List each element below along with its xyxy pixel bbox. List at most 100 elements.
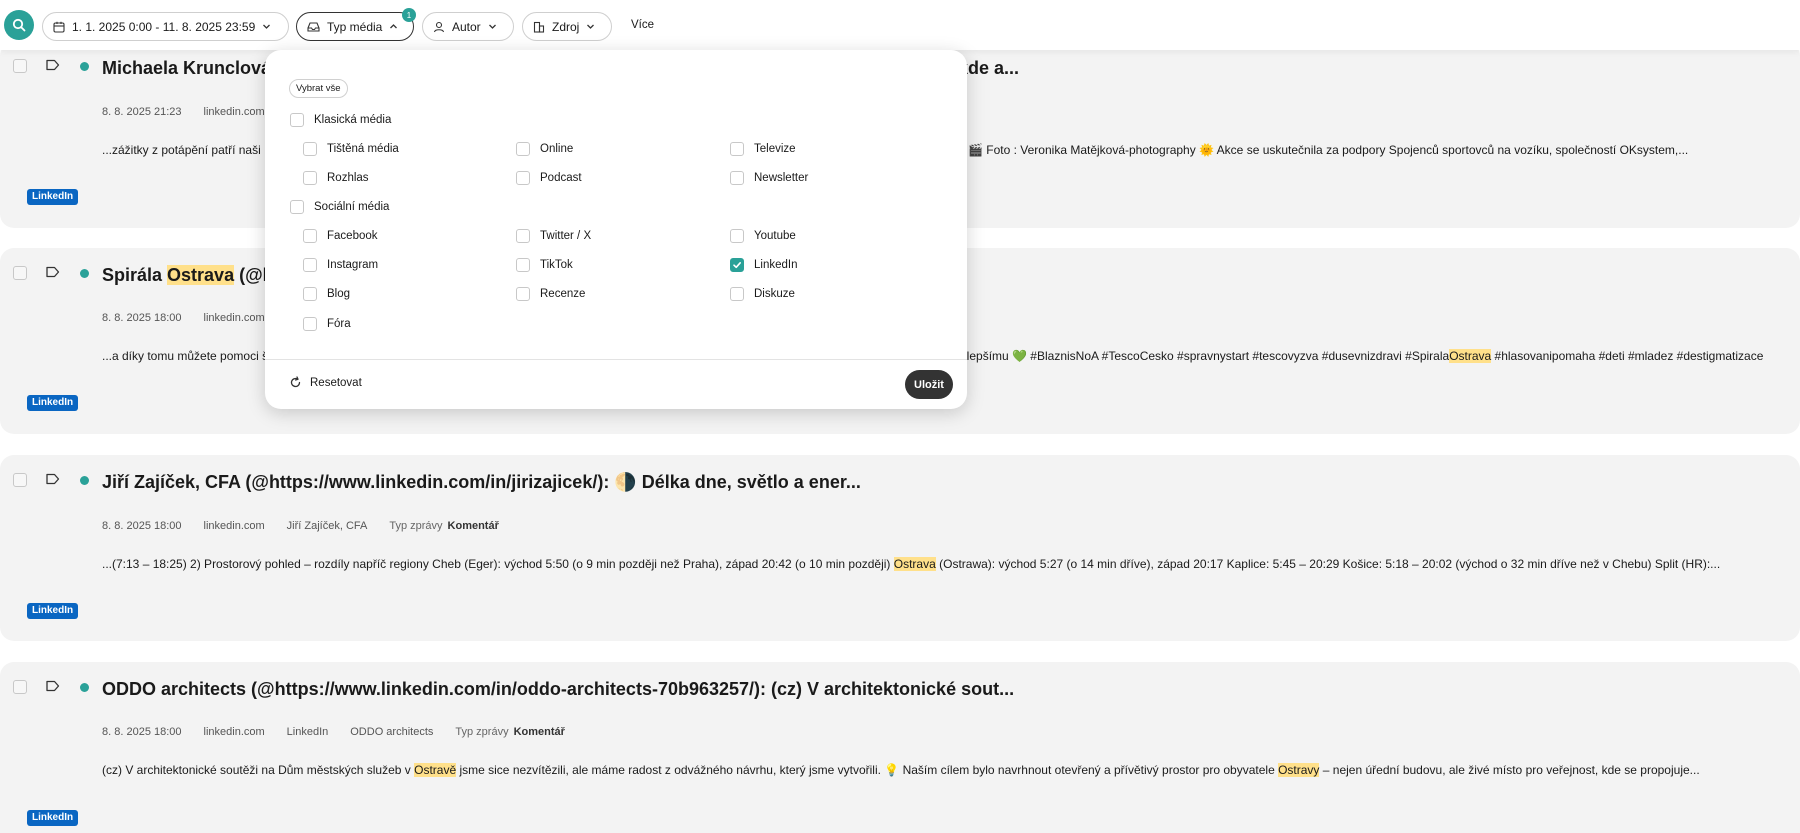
option-online[interactable]: Online bbox=[516, 142, 573, 156]
status-dot bbox=[80, 476, 89, 485]
article-card[interactable]: ODDO architects (@https://www.linkedin.c… bbox=[0, 662, 1800, 833]
option-linkedin[interactable]: LinkedIn bbox=[730, 258, 797, 272]
user-icon bbox=[433, 21, 445, 32]
tag-icon[interactable] bbox=[46, 473, 60, 485]
author-label: Autor bbox=[452, 19, 481, 34]
option-facebook[interactable]: Facebook bbox=[303, 229, 378, 243]
option-youtube[interactable]: Youtube bbox=[730, 229, 796, 243]
article-type: Typ zprávy Komentář bbox=[389, 520, 499, 532]
article-snippet: ...a díky tomu můžete pomoci š ět k lepší… bbox=[102, 349, 1764, 363]
option-radio[interactable]: Rozhlas bbox=[303, 171, 369, 185]
divider bbox=[265, 359, 967, 360]
calendar-icon bbox=[53, 21, 65, 33]
checkbox[interactable] bbox=[516, 229, 530, 243]
article-title[interactable]: Jiří Zajíček, CFA (@https://www.linkedin… bbox=[102, 472, 861, 493]
checkbox[interactable] bbox=[303, 258, 317, 272]
chevron-down-icon bbox=[488, 24, 496, 29]
chevron-down-icon bbox=[263, 24, 271, 29]
status-dot bbox=[80, 683, 89, 692]
check-icon bbox=[733, 262, 741, 269]
checkbox[interactable] bbox=[290, 113, 304, 127]
option-newsletter[interactable]: Newsletter bbox=[730, 171, 808, 185]
checkbox[interactable] bbox=[516, 287, 530, 301]
article-snippet: (cz) V architektonické soutěži na Dům mě… bbox=[102, 763, 1700, 777]
article-checkbox[interactable] bbox=[13, 266, 27, 280]
group-social-media[interactable]: Sociální média bbox=[290, 200, 389, 214]
checkbox[interactable] bbox=[516, 171, 530, 185]
save-button[interactable]: Uložit bbox=[905, 370, 953, 399]
checkbox[interactable] bbox=[730, 287, 744, 301]
checkbox[interactable] bbox=[303, 287, 317, 301]
option-reviews[interactable]: Recenze bbox=[516, 287, 585, 301]
search-button[interactable] bbox=[4, 10, 34, 40]
tag-icon[interactable] bbox=[46, 59, 60, 71]
article-checkbox[interactable] bbox=[13, 680, 27, 694]
author-filter[interactable]: Autor bbox=[422, 12, 514, 41]
refresh-icon bbox=[290, 376, 301, 388]
article-meta: 8. 8. 2025 18:00 linkedin.com bbox=[102, 312, 265, 324]
article-title[interactable]: Michaela Krunclová kde a... bbox=[102, 58, 1019, 79]
option-podcast[interactable]: Podcast bbox=[516, 171, 582, 185]
option-instagram[interactable]: Instagram bbox=[303, 258, 378, 272]
date-range-filter[interactable]: 1. 1. 2025 0:00 - 11. 8. 2025 23:59 bbox=[42, 12, 289, 41]
article-date: 8. 8. 2025 18:00 bbox=[102, 726, 182, 738]
article-meta: 8. 8. 2025 18:00 linkedin.com LinkedIn O… bbox=[102, 726, 565, 738]
more-filters-link[interactable]: Více bbox=[631, 19, 654, 31]
checkbox[interactable] bbox=[730, 229, 744, 243]
article-domain: linkedin.com bbox=[203, 520, 265, 532]
date-range-label: 1. 1. 2025 0:00 - 11. 8. 2025 23:59 bbox=[72, 19, 256, 34]
source-badge: LinkedIn bbox=[27, 810, 79, 826]
chevron-up-icon bbox=[390, 24, 398, 29]
article-snippet: ...zážitky z potápění patří naši 🎬 Foto :… bbox=[102, 143, 1689, 157]
option-tiktok[interactable]: TikTok bbox=[516, 258, 573, 272]
source-filter[interactable]: Zdroj bbox=[522, 12, 612, 41]
article-title[interactable]: ODDO architects (@https://www.linkedin.c… bbox=[102, 679, 1014, 700]
article-domain: linkedin.com bbox=[203, 726, 265, 738]
tag-icon[interactable] bbox=[46, 266, 60, 278]
checkbox[interactable] bbox=[303, 317, 317, 331]
article-title[interactable]: Spirála Ostrava (@h bbox=[102, 265, 274, 286]
article-date: 8. 8. 2025 21:23 bbox=[102, 106, 182, 118]
article-meta: 8. 8. 2025 18:00 linkedin.com Jiří Zajíč… bbox=[102, 520, 499, 532]
inbox-icon bbox=[307, 21, 320, 32]
checkbox[interactable] bbox=[303, 171, 317, 185]
option-twitter[interactable]: Twitter / X bbox=[516, 229, 591, 243]
search-icon bbox=[12, 18, 26, 32]
select-all-button[interactable]: Vybrat vše bbox=[289, 79, 348, 98]
media-type-filter[interactable]: Typ média 1 bbox=[296, 8, 416, 41]
checkbox[interactable] bbox=[516, 142, 530, 156]
option-forums[interactable]: Fóra bbox=[303, 317, 351, 331]
checkbox-checked[interactable] bbox=[730, 258, 744, 272]
media-type-label: Typ média bbox=[327, 19, 383, 34]
media-type-count-badge: 1 bbox=[402, 8, 416, 22]
source-badge: LinkedIn bbox=[27, 189, 79, 205]
tag-icon[interactable] bbox=[46, 680, 60, 692]
reset-button[interactable]: Resetovat bbox=[289, 376, 362, 389]
checkbox[interactable] bbox=[303, 142, 317, 156]
source-badge: LinkedIn bbox=[27, 395, 79, 411]
article-author: Jiří Zajíček, CFA bbox=[286, 520, 368, 532]
article-card[interactable]: Jiří Zajíček, CFA (@https://www.linkedin… bbox=[0, 455, 1800, 641]
option-blog[interactable]: Blog bbox=[303, 287, 350, 301]
article-snippet: ...(7:13 – 18:25) 2) Prostorový pohled –… bbox=[102, 557, 1721, 571]
option-print[interactable]: Tištěná média bbox=[303, 142, 399, 156]
status-dot bbox=[80, 269, 89, 278]
article-domain: linkedin.com bbox=[203, 312, 265, 324]
media-type-dropdown: Vybrat vše Klasická média Tištěná média … bbox=[265, 50, 967, 409]
article-network: LinkedIn bbox=[286, 726, 329, 738]
article-type: Typ zprávy Komentář bbox=[455, 726, 565, 738]
checkbox[interactable] bbox=[290, 200, 304, 214]
status-dot bbox=[80, 62, 89, 71]
option-tv[interactable]: Televize bbox=[730, 142, 796, 156]
checkbox[interactable] bbox=[303, 229, 317, 243]
chevron-down-icon bbox=[587, 24, 595, 29]
checkbox[interactable] bbox=[730, 142, 744, 156]
checkbox[interactable] bbox=[730, 171, 744, 185]
group-classic-media[interactable]: Klasická média bbox=[290, 113, 391, 127]
article-checkbox[interactable] bbox=[13, 59, 27, 73]
article-domain: linkedin.com bbox=[203, 106, 265, 118]
article-checkbox[interactable] bbox=[13, 473, 27, 487]
option-discussions[interactable]: Diskuze bbox=[730, 287, 795, 301]
article-meta: 8. 8. 2025 21:23 linkedin.com bbox=[102, 106, 265, 118]
checkbox[interactable] bbox=[516, 258, 530, 272]
